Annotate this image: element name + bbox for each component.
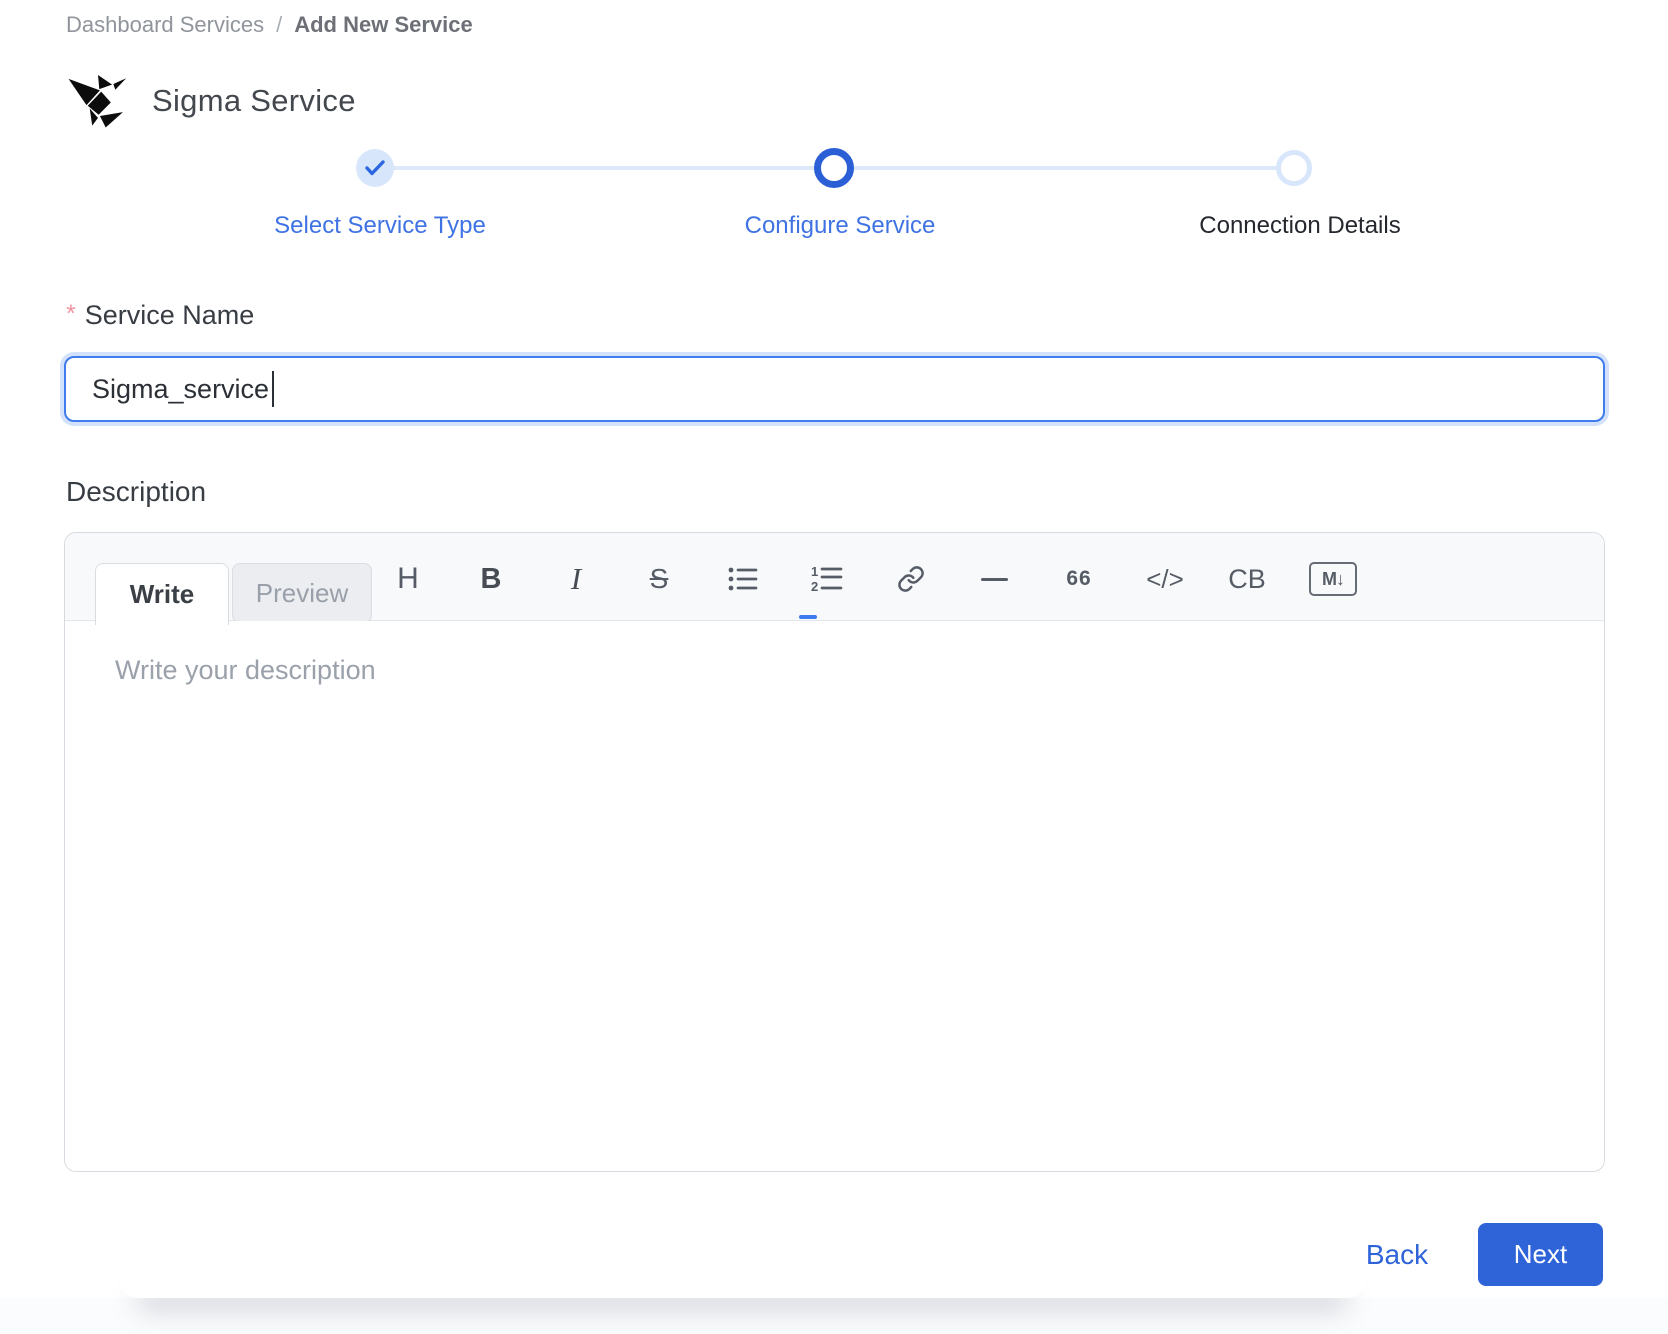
breadcrumb-dashboard-services[interactable]: Dashboard Services	[66, 12, 264, 38]
svg-text:1: 1	[811, 565, 818, 579]
description-editor: Write Preview H B I S 1 2	[64, 532, 1605, 1172]
heading-icon[interactable]: H	[376, 547, 440, 611]
description-label: Description	[66, 476, 206, 508]
description-placeholder: Write your description	[115, 655, 376, 685]
step-2-active-circle[interactable]	[814, 148, 854, 188]
step-label-connection-details: Connection Details	[1199, 212, 1400, 240]
step-label-configure-service[interactable]: Configure Service	[745, 212, 936, 240]
strikethrough-icon[interactable]: S	[627, 547, 691, 611]
ordered-list-active-underline	[799, 615, 817, 619]
text-cursor	[272, 371, 274, 407]
tab-preview[interactable]: Preview	[232, 563, 372, 623]
step-label-select-service-type[interactable]: Select Service Type	[274, 212, 486, 240]
check-icon	[365, 160, 385, 176]
next-button[interactable]: Next	[1478, 1223, 1603, 1286]
code-block-icon[interactable]: CB	[1215, 547, 1279, 611]
code-icon[interactable]: </>	[1133, 547, 1197, 611]
breadcrumb-add-new-service: Add New Service	[294, 12, 473, 38]
bottom-card-shadow	[120, 1244, 1365, 1298]
breadcrumb: Dashboard Services / Add New Service	[66, 12, 473, 38]
step-1-completed-circle[interactable]	[356, 149, 394, 187]
required-asterisk: *	[66, 300, 76, 329]
description-textarea[interactable]: Write your description	[65, 621, 1604, 1171]
markdown-icon[interactable]: M↓	[1301, 547, 1365, 611]
quote-icon[interactable]: 66	[1047, 547, 1111, 611]
italic-icon[interactable]: I	[544, 547, 608, 611]
bold-icon[interactable]: B	[459, 547, 523, 611]
ordered-list-icon[interactable]: 1 2	[795, 547, 859, 611]
svg-text:2: 2	[811, 579, 818, 593]
bottom-strip	[0, 1298, 1668, 1334]
editor-toolbar: Write Preview H B I S 1 2	[65, 533, 1604, 621]
link-icon[interactable]	[879, 547, 943, 611]
breadcrumb-separator: /	[276, 12, 282, 38]
horizontal-rule-icon[interactable]	[962, 547, 1026, 611]
page-title: Sigma Service	[152, 70, 356, 132]
unordered-list-icon[interactable]	[711, 547, 775, 611]
service-name-value: Sigma_service	[92, 374, 269, 405]
origami-bird-logo	[66, 68, 130, 132]
tab-write[interactable]: Write	[95, 563, 229, 625]
service-name-label-text: Service Name	[85, 300, 255, 331]
service-name-input[interactable]: Sigma_service	[64, 356, 1605, 422]
service-name-label: * Service Name	[66, 300, 254, 331]
step-3-upcoming-circle[interactable]	[1276, 150, 1312, 186]
